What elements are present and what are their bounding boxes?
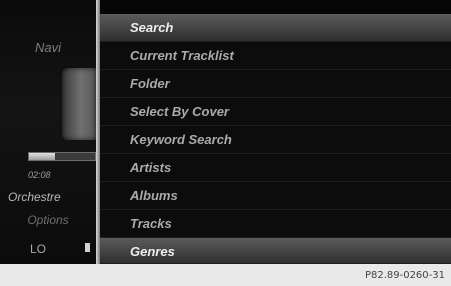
media-screen: Navi 02:08 Orchestre Options LO Search C… xyxy=(0,0,451,264)
album-cover-image xyxy=(62,68,96,140)
menu-item-albums[interactable]: Albums xyxy=(100,182,451,210)
track-time: 02:08 xyxy=(28,170,51,180)
options-menu-item[interactable]: Options xyxy=(0,213,96,227)
track-progress-bar xyxy=(28,152,96,161)
figure-reference-code: P82.89-0260-31 xyxy=(364,270,445,281)
left-pane: Navi 02:08 Orchestre Options LO xyxy=(0,0,96,264)
menu-item-select-by-cover[interactable]: Select By Cover xyxy=(100,98,451,126)
track-title: Orchestre xyxy=(8,190,61,204)
menu-item-folder[interactable]: Folder xyxy=(100,70,451,98)
menu-item-artists[interactable]: Artists xyxy=(100,154,451,182)
menu-item-search[interactable]: Search xyxy=(100,14,451,42)
menu-item-keyword-search[interactable]: Keyword Search xyxy=(100,126,451,154)
search-submenu: Search Current Tracklist Folder Select B… xyxy=(100,14,451,264)
menu-item-genres[interactable]: Genres xyxy=(100,238,451,264)
lo-label: LO xyxy=(30,242,47,256)
menu-item-current-tracklist[interactable]: Current Tracklist xyxy=(100,42,451,70)
level-indicator-icon xyxy=(85,243,90,252)
menu-item-tracks[interactable]: Tracks xyxy=(100,210,451,238)
navi-menu-item[interactable]: Navi xyxy=(0,40,96,55)
track-progress-fill xyxy=(29,153,56,160)
